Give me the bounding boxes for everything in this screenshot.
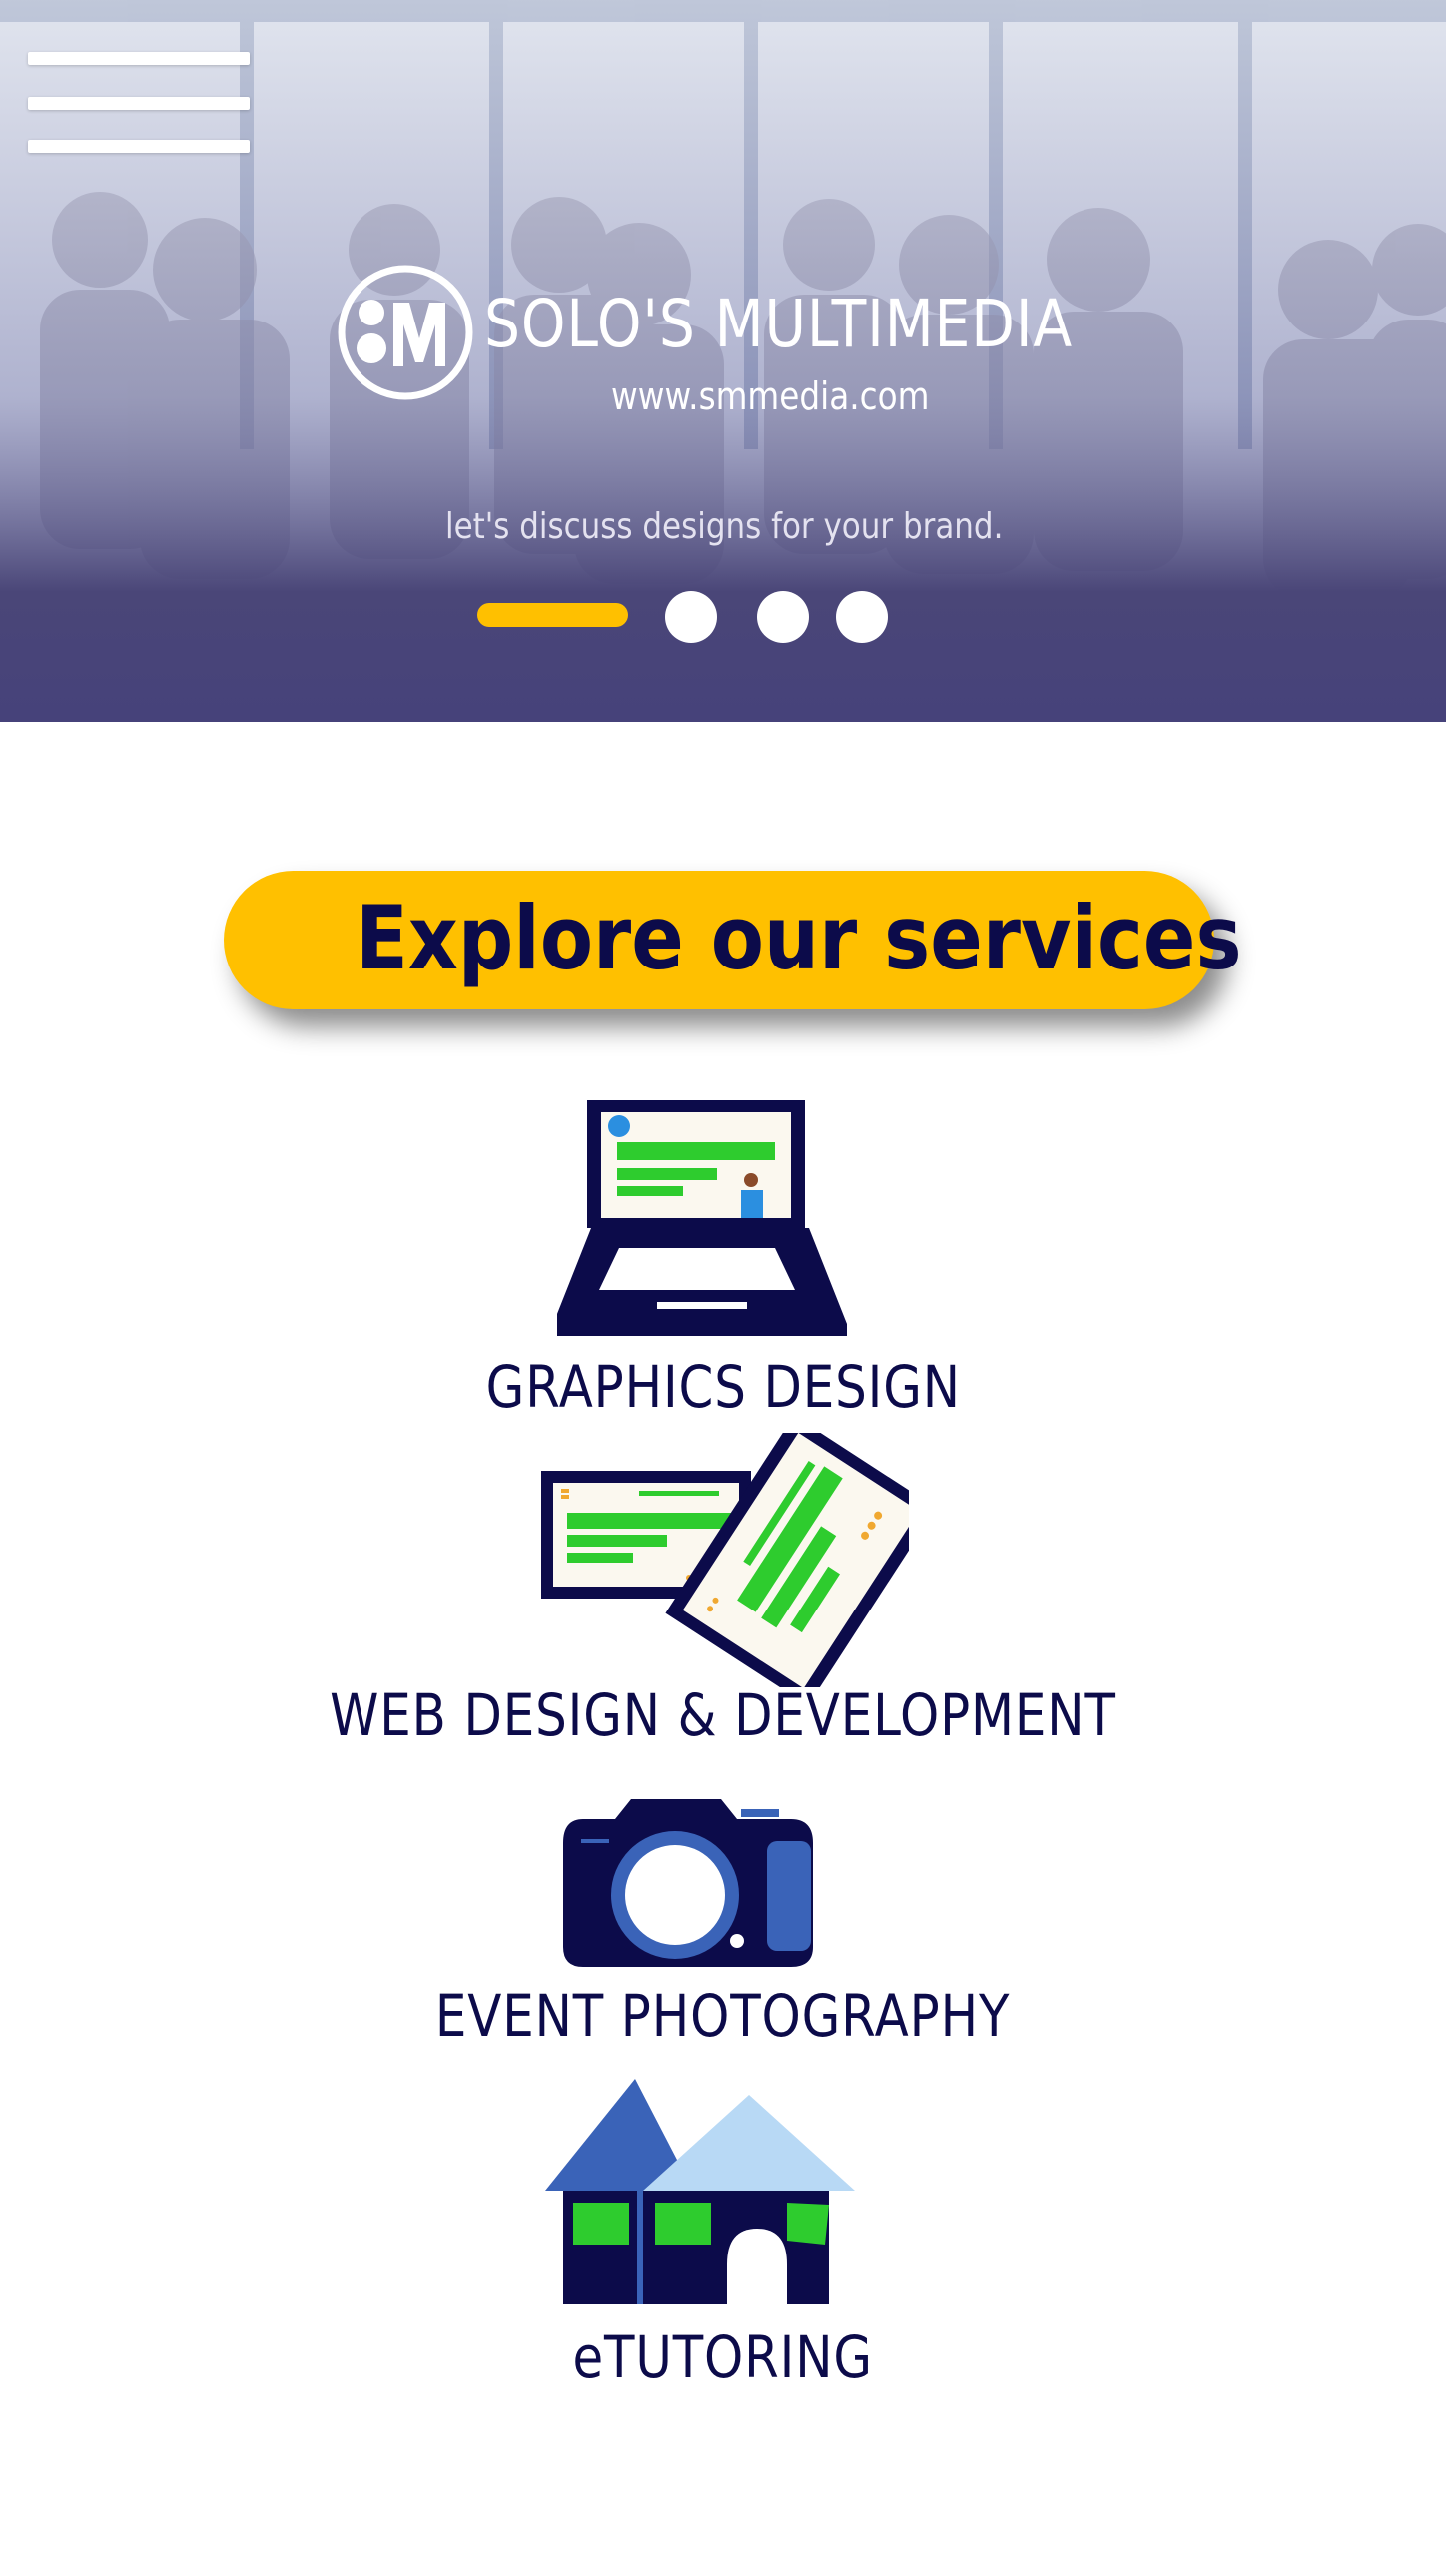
service-etutoring[interactable]: eTUTORING: [0, 2328, 1446, 2386]
laptop-icon[interactable]: [557, 1098, 847, 1338]
carousel-dot[interactable]: [757, 591, 809, 643]
carousel-dot-active[interactable]: [477, 603, 628, 627]
menu-bar: [28, 97, 250, 110]
hamburger-menu-icon[interactable]: [28, 52, 250, 156]
service-event-photography[interactable]: EVENT PHOTOGRAPHY: [0, 1987, 1446, 2045]
carousel-dot[interactable]: [665, 591, 717, 643]
menu-bar: [28, 52, 250, 65]
brand-logo-icon: [338, 265, 473, 400]
web-pages-icon[interactable]: [539, 1433, 909, 1687]
brand-url: www.smmedia.com: [611, 374, 930, 418]
service-graphics-design[interactable]: GRAPHICS DESIGN: [0, 1358, 1446, 1416]
menu-bar: [28, 140, 250, 153]
explore-services-button[interactable]: Explore our services: [224, 871, 1242, 1009]
service-web-design-development[interactable]: WEB DESIGN & DEVELOPMENT: [0, 1686, 1446, 1744]
camera-icon[interactable]: [561, 1797, 815, 1969]
school-house-icon[interactable]: [543, 2079, 855, 2306]
hero-tagline: let's discuss designs for your brand.: [445, 506, 1004, 547]
brand-name: SOLO'S MULTIMEDIA: [484, 286, 1074, 362]
carousel-dot[interactable]: [836, 591, 888, 643]
carousel-indicators: [0, 591, 1446, 647]
hero-banner: SOLO'S MULTIMEDIA www.smmedia.com let's …: [0, 0, 1446, 722]
explore-services-label: Explore our services: [356, 887, 1242, 989]
